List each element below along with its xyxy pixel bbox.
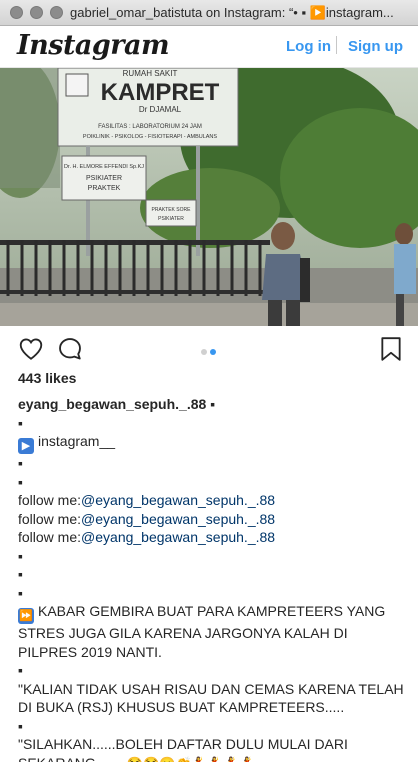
caption-head: eyang_begawan_sepuh._.88 ▪ [18,395,406,414]
caption-line: ▪ [18,566,23,582]
login-link[interactable]: Log in [286,38,331,55]
window-title: gabriel_omar_batistuta on Instagram: “• … [70,5,394,20]
instagram-logo[interactable]: Instagram [17,30,170,61]
caption-quote-1: "KALIAN TIDAK USAH RISAU DAN CEMAS KAREN… [18,680,408,716]
caption-news-text: KABAR GEMBIRA BUAT PARA KAMPRETEERS YANG… [18,603,390,660]
sign-main-line1: FASILITAS : LABORATORIUM 24 JAM [98,124,202,130]
window-minimize-button[interactable] [30,6,43,19]
caption-line: ▪ [18,455,23,471]
carousel-indicator [201,342,219,360]
sign-main-doctor: Dr DJAMAL [139,105,182,114]
caption-username[interactable]: eyang_begawan_sepuh._.88 [18,396,206,412]
post-photo[interactable]: RUMAH SAKIT KAMPRET Dr DJAMAL FASILITAS … [0,68,418,326]
sign-left-sub1: PSIKIATER [86,175,122,182]
sign-right-sub: PSIKIATER [158,216,184,222]
caption-line: ▪ [18,547,23,564]
sign-main-name: KAMPRET [101,79,220,106]
sign-left-sub2: PRAKTEK [88,185,121,192]
carousel-dot-2-active [210,349,216,355]
sign-left-title: Dr. H. ELMORE EFFENDI Sp.KJ [64,164,144,170]
comment-icon[interactable] [57,336,83,362]
sign-right-title: PRAKTEK SORE [152,207,192,213]
post-actions [0,326,418,370]
caption-line: ▪ [18,662,23,678]
follow-prefix: follow me: [18,492,82,508]
caption-news: ⏩ KABAR GEMBIRA BUAT PARA KAMPRETEERS YAN… [18,602,406,661]
window-zoom-button[interactable] [50,6,63,19]
follow-prefix: follow me: [18,510,82,527]
likes-count[interactable]: 443 likes [18,370,76,386]
instagram-header: Instagram Log in Sign up [0,26,418,68]
signup-link[interactable]: Sign up [348,38,403,55]
caption-line: ▪ [18,584,23,601]
caption-line: ▪ [18,414,23,431]
window-titlebar: gabriel_omar_batistuta on Instagram: “• … [0,0,418,26]
caption-follow-line: follow me:@eyang_begawan_sepuh._.88 [18,528,406,547]
caption-line: ▪ [18,717,23,734]
post-caption: eyang_begawan_sepuh._.88 ▪ ▪ ▶ instagram_… [18,395,406,762]
caption-line: ▪ [18,473,23,490]
window-close-button[interactable] [10,6,23,19]
bookmark-icon[interactable] [379,336,405,362]
heart-icon[interactable] [18,336,44,362]
mention-link[interactable]: @eyang_begawan_sepuh._.88 [81,511,275,527]
caption-quote-2: "SILAHKAN......BOLEH DAFTAR DULU MULAI D… [18,735,406,762]
post-photo-image: RUMAH SAKIT KAMPRET Dr DJAMAL FASILITAS … [0,68,418,326]
follow-prefix: follow me: [18,529,82,545]
mention-link[interactable]: @eyang_begawan_sepuh._.88 [81,529,275,545]
sign-main-line2: POIKLINIK - PSIKOLOG - FISIOTERAPI - AMB… [83,134,218,140]
sign-main-top: RUMAH SAKIT [123,69,178,78]
caption-head-tail: ▪ [206,396,216,412]
caption-follow-line: follow me:@eyang_begawan_sepuh._.88 [18,491,406,510]
caption-instagram-text: instagram__ [38,433,116,449]
caption-follow-line: follow me:@eyang_begawan_sepuh._.88 [18,510,406,529]
mention-link[interactable]: @eyang_begawan_sepuh._.88 [81,492,275,508]
caption-instagram-line: ▶ instagram__ [18,432,406,454]
fast-forward-icon: ⏩ [18,608,34,624]
header-divider [336,36,337,54]
play-icon: ▶ [18,438,34,454]
caption-emojis: 😂😂😛👏💃💃💃💃 [127,756,257,762]
carousel-dot-1 [201,349,207,355]
